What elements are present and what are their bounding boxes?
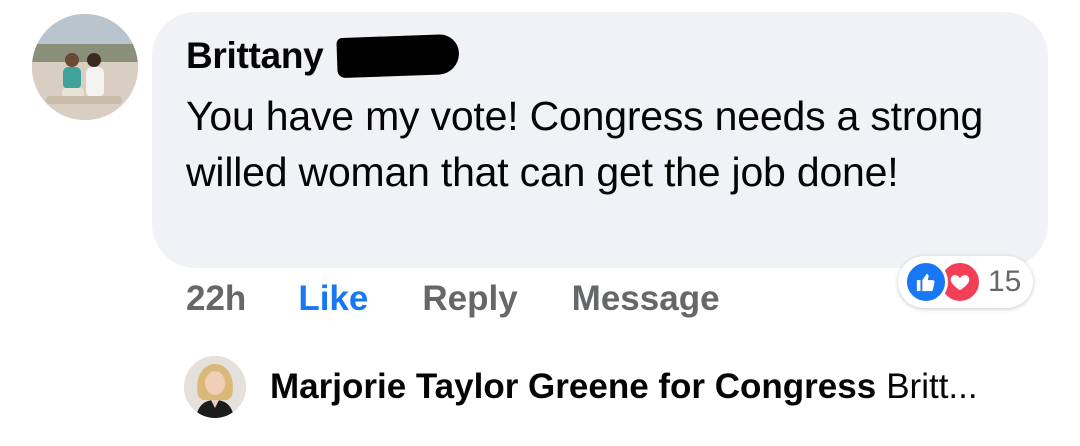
redaction-mark: [336, 33, 461, 79]
comment-timestamp[interactable]: 22h: [186, 279, 246, 319]
reply-snippet: Britt...: [886, 367, 978, 406]
reaction-count: 15: [988, 265, 1022, 298]
reply-author-avatar[interactable]: [184, 356, 246, 418]
message-button[interactable]: Message: [572, 279, 720, 319]
avatar-photo: [32, 14, 138, 120]
like-button[interactable]: Like: [298, 279, 368, 319]
comment-actions: 22h Like Reply Message: [186, 274, 720, 324]
commenter-avatar[interactable]: [32, 14, 138, 120]
comment-author-row: Brittany: [186, 33, 461, 79]
reply-author-name[interactable]: Marjorie Taylor Greene for Congress: [270, 367, 876, 407]
like-icon: [904, 260, 948, 304]
reactions-summary[interactable]: 15: [898, 256, 1034, 308]
comment-text: You have my vote! Congress needs a stron…: [186, 93, 984, 195]
reply-button[interactable]: Reply: [422, 279, 517, 319]
reply-avatar-photo: [184, 356, 246, 418]
comment-author-name[interactable]: Brittany: [186, 35, 324, 77]
comment-bubble: Brittany You have my vote! Congress need…: [152, 12, 1048, 268]
reply-preview[interactable]: Marjorie Taylor Greene for Congress Brit…: [184, 354, 978, 420]
